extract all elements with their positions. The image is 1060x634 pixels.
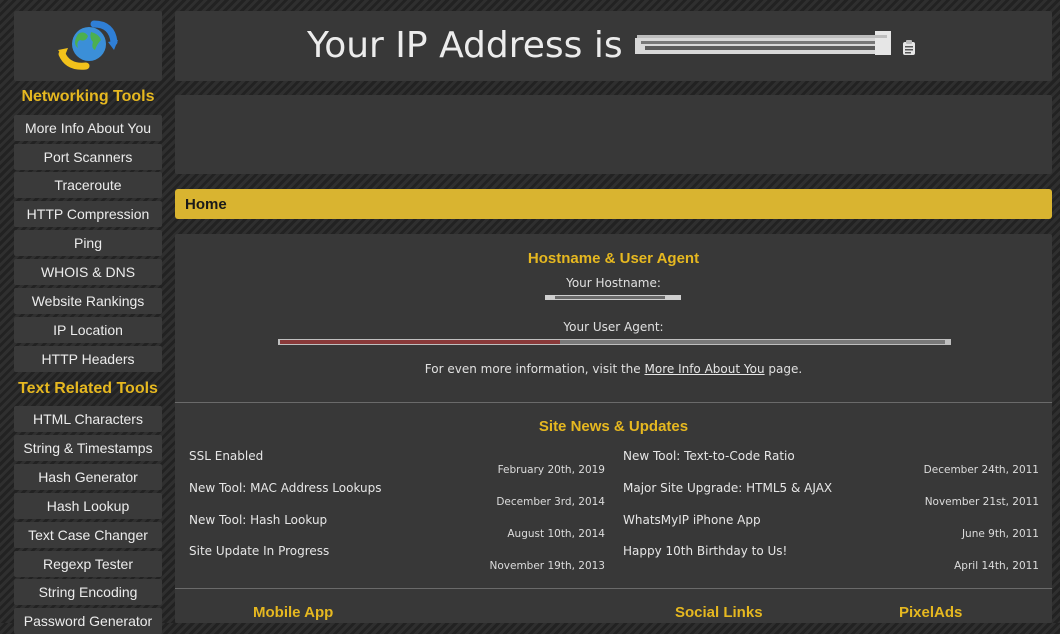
ad-banner-area <box>175 95 1052 174</box>
sidebar-item-whois-dns[interactable]: WHOIS & DNS <box>14 259 162 285</box>
sidebar-item-string-timestamps[interactable]: String & Timestamps <box>14 435 162 461</box>
news-item-title[interactable]: New Tool: Text-to-Code Ratio <box>623 449 795 463</box>
sidebar-item-ping[interactable]: Ping <box>14 230 162 256</box>
user-agent-label: Your User Agent: <box>563 320 664 334</box>
news-item-title[interactable]: New Tool: Hash Lookup <box>189 513 327 527</box>
globe-arrows-icon <box>58 20 118 70</box>
text-tools-heading: Text Related Tools <box>18 380 158 397</box>
news-item-date: December 24th, 2011 <box>923 464 1039 476</box>
social-links-title: Social Links <box>675 604 763 621</box>
news-item-title[interactable]: Site Update In Progress <box>189 544 329 558</box>
news-item-date: June 9th, 2011 <box>961 528 1039 540</box>
ip-header: Your IP Address is <box>175 11 1052 81</box>
user-agent-redacted <box>278 339 951 345</box>
sidebar-item-port-scanners[interactable]: Port Scanners <box>14 144 162 170</box>
hostname-redacted <box>545 295 681 300</box>
news-item-date: April 14th, 2011 <box>954 560 1039 572</box>
networking-tools-heading: Networking Tools <box>21 88 155 105</box>
sidebar-item-http-headers[interactable]: HTTP Headers <box>14 346 162 372</box>
sidebar-item-http-compression[interactable]: HTTP Compression <box>14 201 162 227</box>
section-divider <box>175 402 1052 403</box>
news-item-title[interactable]: Happy 10th Birthday to Us! <box>623 544 787 558</box>
news-item-date: August 10th, 2014 <box>507 528 605 540</box>
clipboard-icon[interactable] <box>902 40 916 56</box>
news-item-date: February 20th, 2019 <box>497 464 605 476</box>
site-logo[interactable] <box>14 11 162 81</box>
sidebar-item-traceroute[interactable]: Traceroute <box>14 172 162 198</box>
page-title: Your IP Address is <box>307 25 623 66</box>
mobile-app-title: Mobile App <box>253 604 334 621</box>
ip-address-redacted <box>635 31 891 55</box>
news-item-title[interactable]: Major Site Upgrade: HTML5 & AJAX <box>623 481 832 495</box>
sidebar-item-text-case-changer[interactable]: Text Case Changer <box>14 522 162 548</box>
sidebar-item-html-characters[interactable]: HTML Characters <box>14 406 162 432</box>
sidebar-item-website-rankings[interactable]: Website Rankings <box>14 288 162 314</box>
news-item-title[interactable]: SSL Enabled <box>189 449 263 463</box>
hostname-section-title: Hostname & User Agent <box>527 250 700 267</box>
breadcrumb-home[interactable]: Home <box>185 189 227 220</box>
news-item-title[interactable]: WhatsMyIP iPhone App <box>623 513 761 527</box>
sidebar-item-hash-lookup[interactable]: Hash Lookup <box>14 493 162 519</box>
breadcrumb: Home <box>175 189 1052 219</box>
news-section-title: Site News & Updates <box>538 418 689 435</box>
hostname-label: Your Hostname: <box>566 276 661 290</box>
pixelads-title: PixelAds <box>899 604 963 621</box>
news-item-title[interactable]: New Tool: MAC Address Lookups <box>189 481 382 495</box>
more-info-text: For even more information, visit the Mor… <box>424 362 803 376</box>
news-item-date: December 3rd, 2014 <box>496 496 605 508</box>
sidebar-item-more-info[interactable]: More Info About You <box>14 115 162 141</box>
sidebar-item-password-generator[interactable]: Password Generator <box>14 608 162 634</box>
section-divider <box>175 588 1052 589</box>
news-item-date: November 21st, 2011 <box>924 496 1039 508</box>
news-item-date: November 19th, 2013 <box>489 560 606 572</box>
more-info-link[interactable]: More Info About You <box>645 362 765 376</box>
sidebar-item-ip-location[interactable]: IP Location <box>14 317 162 343</box>
sidebar-item-regexp-tester[interactable]: Regexp Tester <box>14 551 162 577</box>
sidebar-item-hash-generator[interactable]: Hash Generator <box>14 464 162 490</box>
main-content: Hostname & User Agent Your Hostname: You… <box>175 234 1052 623</box>
sidebar-item-string-encoding[interactable]: String Encoding <box>14 579 162 605</box>
